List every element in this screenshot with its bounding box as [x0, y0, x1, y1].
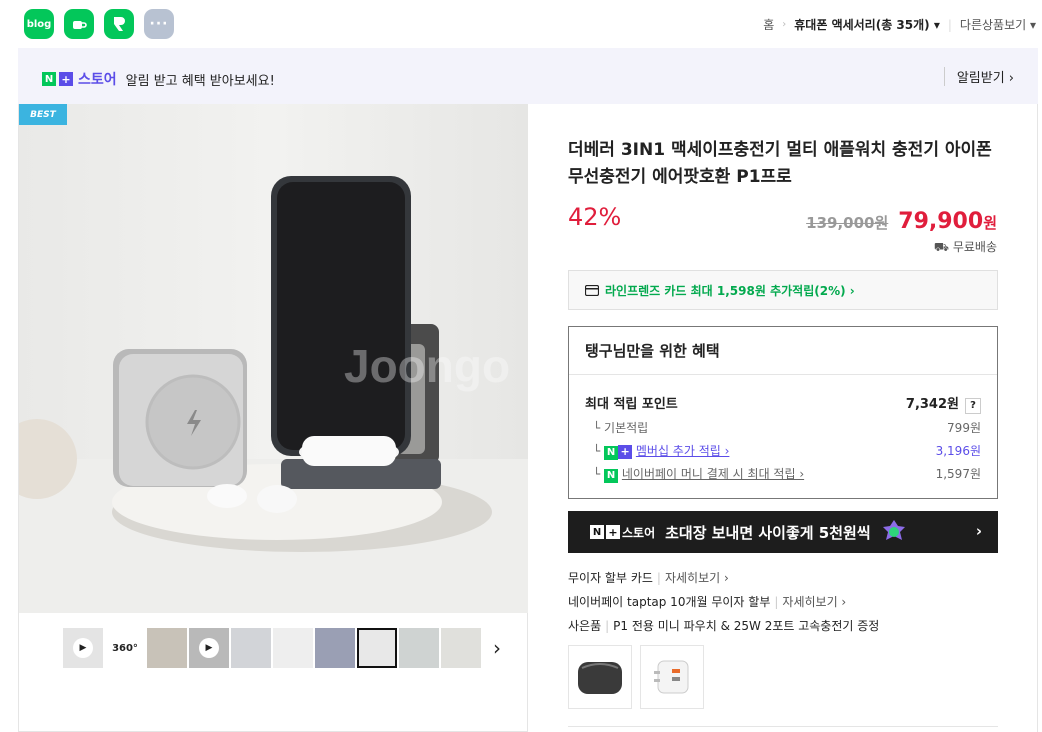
max-point-row: 최대 적립 포인트 7,342원? [585, 393, 981, 414]
help-icon[interactable]: ? [965, 397, 981, 414]
membership-point-link[interactable]: └ N + 멤버십 추가 적립 › [593, 442, 729, 460]
divider: | [947, 17, 952, 32]
breadcrumb: 홈 › 휴대폰 액세서리(총 35개) ▾ | 다른상품보기 ▾ [763, 16, 1036, 33]
naverpay-point-row: └ N 네이버페이 머니 결제 시 최대 적립 › 1,597원 [585, 465, 981, 483]
membership-point-value: 3,196원 [935, 444, 981, 458]
alarm-message: 알림 받고 혜택 받아보세요! [125, 73, 275, 89]
top-bar: blog ··· 홈 › 휴대폰 액세서리(총 35개) ▾ | 다른상품보기 … [0, 0, 1042, 48]
sns-share-bar: blog ··· [24, 9, 174, 39]
gift-row: 사은품 | P1 전용 미니 파우치 & 25W 2포트 고속충전기 증정 [568, 619, 880, 633]
nplus-store-logo: N + 스토어 알림 받고 혜택 받아보세요! [42, 69, 275, 89]
max-point-value-group: 7,342원? [906, 393, 981, 414]
thumbnail-image-6[interactable] [273, 628, 313, 668]
thumbnail-strip: ▶ 360° ▶ [63, 628, 481, 668]
blog-icon[interactable]: blog [24, 9, 54, 39]
product-info-panel: 더베러 3IN1 맥세이프충전기 멀티 애플워치 충전기 아이폰 무선충전기 에… [528, 104, 1038, 732]
band-icon[interactable] [104, 9, 134, 39]
thumbnail-image-8-selected[interactable] [357, 628, 397, 668]
get-alarm-button[interactable]: 알림받기 › [943, 67, 1014, 86]
truck-icon: ⛟ [933, 240, 949, 254]
pouch-icon [578, 662, 622, 694]
discount-rate: 42% [568, 203, 622, 231]
invite-banner[interactable]: N + 스토어 초대장 보내면 사이좋게 5천원씩 › [568, 511, 998, 553]
gift-images [568, 645, 704, 709]
thumbnail-image-9[interactable] [399, 628, 439, 668]
plus-logo-icon: + [606, 525, 620, 539]
card-installment-row: 무이자 할부 카드 | 자세히보기 › [568, 571, 729, 585]
membership-point-row: └ N + 멤버십 추가 적립 › 3,196원 [585, 442, 981, 460]
base-point-row: └ 기본적립 799원 [585, 419, 981, 436]
thumbnail-video-2[interactable]: ▶ [189, 628, 229, 668]
gift-pouch-image[interactable] [568, 645, 632, 709]
base-point-value: 799원 [947, 421, 981, 435]
thumbnail-image-7[interactable] [315, 628, 355, 668]
naverpay-point-link[interactable]: └ N 네이버페이 머니 결제 시 최대 적립 › [593, 465, 804, 483]
thumbnail-360[interactable]: 360° [105, 628, 145, 668]
rotate-360-icon: 360° [112, 642, 138, 654]
n-logo-icon: N [604, 445, 619, 460]
n-logo-icon: N [42, 72, 56, 86]
breadcrumb-home[interactable]: 홈 [763, 16, 774, 33]
band-logo-icon [114, 17, 125, 31]
detail-link[interactable]: 자세히보기 › [665, 571, 729, 585]
plus-logo-icon: + [618, 444, 633, 459]
product-photo-illustration: Joongo [19, 104, 528, 613]
cafe-icon[interactable] [64, 9, 94, 39]
member-benefit-box: 탱구님만을 위한 혜택 최대 적립 포인트 7,342원? └ 기본적립 799… [568, 326, 998, 499]
other-products-link[interactable]: 다른상품보기 ▾ [960, 16, 1036, 33]
taptap-installment-row: 네이버페이 taptap 10개월 무이자 할부 | 자세히보기 › [568, 595, 847, 609]
detail-link[interactable]: 자세히보기 › [782, 595, 846, 609]
card-benefit-link[interactable]: 라인프렌즈 카드 최대 1,598원 추가적립(2%) › [568, 270, 998, 310]
product-gallery: Joongo BEST ▶ 360° ▶ › [18, 104, 528, 732]
plus-logo-icon: + [59, 72, 73, 86]
shipping-label: 무료배송 [952, 240, 997, 254]
gift-box-icon [882, 520, 905, 540]
payment-benefit-list: 무이자 할부 카드 | 자세히보기 › 네이버페이 taptap 10개월 무이자 … [568, 570, 879, 642]
breadcrumb-category[interactable]: 휴대폰 액세서리(총 35개) ▾ [794, 16, 940, 33]
divider [568, 726, 998, 727]
best-badge: BEST [19, 104, 67, 125]
price-block: 139,000원 79,900원 [806, 209, 997, 234]
gift-charger-image[interactable] [640, 645, 704, 709]
svg-text:Joongo: Joongo [344, 340, 510, 392]
naverpay-point-value: 1,597원 [935, 467, 981, 481]
store-alarm-bar: N + 스토어 알림 받고 혜택 받아보세요! 알림받기 › [18, 48, 1038, 104]
base-point-label: └ 기본적립 [593, 421, 649, 435]
thumbnail-video-1[interactable]: ▶ [63, 628, 103, 668]
nplus-store-logo: N + 스토어 [590, 524, 655, 541]
thumbnail-image-3[interactable] [147, 628, 187, 668]
more-icon[interactable]: ··· [144, 9, 174, 39]
sale-price: 79,900원 [898, 209, 997, 234]
shipping-info: ⛟ 무료배송 [934, 238, 997, 256]
npay-icon: N [604, 468, 619, 483]
product-title: 더베러 3IN1 맥세이프충전기 멀티 애플워치 충전기 아이폰 무선충전기 에… [568, 140, 992, 187]
credit-card-icon [585, 284, 599, 296]
banner-arrow-icon: › [975, 522, 982, 540]
thumbnail-image-10[interactable] [441, 628, 481, 668]
max-point-label: 최대 적립 포인트 [585, 397, 678, 412]
play-icon: ▶ [73, 638, 93, 658]
original-price: 139,000원 [806, 214, 889, 232]
cup-icon [73, 21, 87, 29]
card-benefit-text: 라인프렌즈 카드 최대 1,598원 추가적립(2%) › [605, 283, 855, 298]
thumbnail-next-arrow-icon[interactable]: › [493, 636, 501, 660]
charger-icon [654, 660, 689, 694]
benefit-heading: 탱구님만을 위한 혜택 [569, 327, 997, 375]
thumbnail-image-5[interactable] [231, 628, 271, 668]
chevron-right-icon: › [782, 19, 787, 30]
store-label: 스토어 [78, 72, 117, 88]
n-logo-icon: N [590, 525, 604, 539]
play-icon: ▶ [199, 638, 219, 658]
product-main-image[interactable]: Joongo BEST [19, 104, 528, 613]
banner-text: 초대장 보내면 사이좋게 5천원씩 [665, 523, 871, 542]
